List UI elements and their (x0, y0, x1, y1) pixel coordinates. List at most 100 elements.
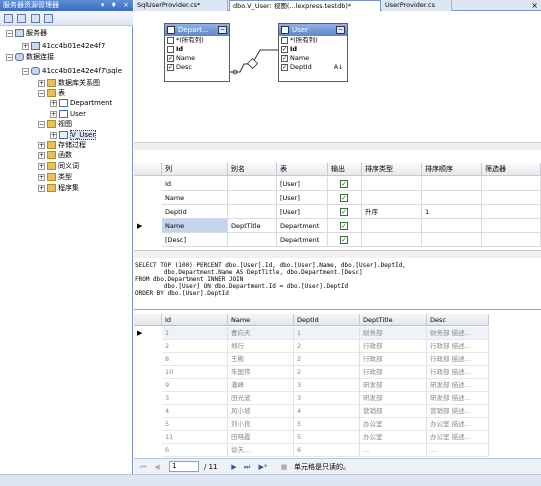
results-cell[interactable]: 3 (294, 392, 360, 405)
criteria-cell-filter[interactable] (482, 233, 541, 247)
results-column-header[interactable]: DeptTitle (360, 314, 427, 326)
results-cell[interactable]: 2 (162, 340, 228, 353)
results-cell[interactable]: 行政部 描述... (427, 353, 489, 366)
results-cell[interactable]: 办公室 描述... (427, 418, 489, 431)
results-cell[interactable]: 行政部 (360, 340, 427, 353)
criteria-cell-column[interactable]: [Desc] (162, 233, 228, 247)
column-row[interactable]: ✓ DeptId A↓ (279, 63, 347, 72)
results-column-header[interactable]: Name (228, 314, 294, 326)
expand-icon[interactable]: + (50, 99, 57, 107)
criteria-column-header[interactable]: 别名 (228, 163, 277, 176)
criteria-column-header[interactable]: 排序类型 (362, 163, 422, 176)
connect-server-icon[interactable] (44, 14, 53, 23)
output-checkbox[interactable]: ✓ (340, 208, 348, 216)
results-cell[interactable]: 1 (162, 327, 228, 340)
results-cell[interactable]: ... (360, 444, 427, 457)
results-cell[interactable]: 办公室 (360, 431, 427, 444)
expand-icon[interactable]: + (38, 184, 45, 192)
column-row[interactable]: *(所有列) (165, 36, 229, 45)
criteria-cell-sort-type[interactable] (362, 233, 422, 247)
column-checkbox[interactable] (167, 37, 174, 44)
column-row[interactable]: Id (165, 45, 229, 54)
criteria-cell-sort-order[interactable]: 1 (422, 205, 482, 219)
expand-icon[interactable]: + (50, 131, 57, 139)
current-record-input[interactable]: 1 (169, 461, 199, 472)
last-record-button[interactable]: ⏭ (242, 462, 252, 472)
table-box-user[interactable]: User − *(所有列) ✓ Id ✓ Name ✓ DeptId A↓ (278, 23, 348, 82)
collapse-icon[interactable]: − (6, 29, 13, 37)
collapse-icon[interactable]: − (38, 120, 45, 128)
output-checkbox[interactable]: ✓ (340, 236, 348, 244)
results-cell[interactable]: 财务部 描述... (427, 327, 489, 340)
join-line[interactable] (230, 40, 278, 80)
criteria-cell-filter[interactable] (482, 219, 541, 233)
criteria-cell-sort-type[interactable] (362, 219, 422, 233)
expand-icon[interactable]: + (22, 42, 29, 50)
column-checkbox[interactable] (281, 37, 288, 44)
stop-icon[interactable] (17, 14, 26, 23)
results-cell[interactable]: 田晓霞 (228, 431, 294, 444)
results-cell[interactable]: 3 (162, 392, 228, 405)
tree-node[interactable]: + 函数 (38, 150, 72, 161)
criteria-cell-alias[interactable] (228, 205, 277, 219)
criteria-column-header[interactable]: 输出 (328, 163, 362, 176)
results-column-header[interactable]: Id (162, 314, 228, 326)
results-cell[interactable]: 10 (162, 366, 228, 379)
results-column-header[interactable]: DeptId (294, 314, 360, 326)
results-cell[interactable]: 8 (162, 353, 228, 366)
new-record-button[interactable]: ▶* (256, 462, 270, 472)
results-cell[interactable]: 办公室 描述... (427, 431, 489, 444)
criteria-cell-output[interactable]: ✓ (328, 191, 362, 205)
collapse-icon[interactable]: − (22, 67, 29, 75)
output-checkbox[interactable]: ✓ (340, 222, 348, 230)
tree-node[interactable]: − 服务器 (6, 28, 47, 39)
refresh-icon[interactable] (4, 14, 13, 23)
collapse-icon[interactable]: − (218, 26, 227, 34)
column-checkbox[interactable]: ✓ (281, 64, 288, 71)
tree-node[interactable]: + 同义词 (38, 161, 79, 172)
criteria-cell-table[interactable]: [User] (277, 191, 328, 205)
results-cell[interactable]: 9 (162, 379, 228, 392)
tree-node[interactable]: − 数据连接 (6, 52, 54, 63)
tab-v-user-view[interactable]: dbo.V_User: 视图(...lexpress.testdb)* (229, 0, 381, 11)
criteria-cell-column[interactable]: DeptId (162, 205, 228, 219)
table-box-department[interactable]: Depart... − *(所有列) Id ✓ Name ✓ Desc (164, 23, 230, 82)
output-checkbox[interactable]: ✓ (340, 194, 348, 202)
column-row[interactable]: ✓ Name (279, 54, 347, 63)
column-row[interactable]: *(所有列) (279, 36, 347, 45)
results-cell[interactable]: 6 (162, 444, 228, 457)
criteria-cell-filter[interactable] (482, 177, 541, 191)
criteria-cell-output[interactable]: ✓ (328, 177, 362, 191)
expand-icon[interactable]: + (38, 173, 45, 181)
results-cell[interactable]: 行政部 (360, 366, 427, 379)
results-cell[interactable]: 行政部 (360, 353, 427, 366)
results-cell[interactable]: 曹向天 (228, 327, 294, 340)
next-record-button[interactable]: ▶ (229, 462, 239, 472)
tree-node[interactable]: + 类型 (38, 172, 72, 183)
results-cell[interactable]: 3 (294, 379, 360, 392)
diagram-horizontal-scrollbar[interactable] (134, 142, 541, 150)
criteria-cell-output[interactable]: ✓ (328, 205, 362, 219)
criteria-cell-sort-order[interactable] (422, 177, 482, 191)
results-cell[interactable]: 潘峰 (228, 379, 294, 392)
column-row[interactable]: ✓ Id (279, 45, 347, 54)
column-row[interactable]: ✓ Desc (165, 63, 229, 72)
criteria-cell-table[interactable]: [User] (277, 177, 328, 191)
results-cell[interactable]: 研发部 描述... (427, 392, 489, 405)
tab-sqluserprovider[interactable]: SqlUserProvider.cs* (134, 0, 228, 11)
results-cell[interactable]: 郑行 (228, 340, 294, 353)
criteria-cell-alias[interactable]: DeptTitle (228, 219, 277, 233)
column-checkbox[interactable] (167, 46, 174, 53)
results-cell[interactable]: 王殿 (228, 353, 294, 366)
close-tab-icon[interactable]: × (531, 0, 538, 11)
results-cell[interactable]: 4 (294, 405, 360, 418)
criteria-cell-alias[interactable] (228, 177, 277, 191)
expand-icon[interactable]: + (38, 141, 45, 149)
criteria-cell-alias[interactable] (228, 191, 277, 205)
results-cell[interactable]: 研发部 (360, 392, 427, 405)
sql-pane[interactable]: SELECT TOP (100) PERCENT dbo.[User].Id, … (134, 259, 541, 310)
stop-button[interactable]: ■ (279, 462, 289, 472)
first-record-button[interactable]: ⏮ (138, 462, 148, 472)
criteria-cell-sort-type[interactable] (362, 191, 422, 205)
results-cell[interactable]: 营销部 (360, 405, 427, 418)
